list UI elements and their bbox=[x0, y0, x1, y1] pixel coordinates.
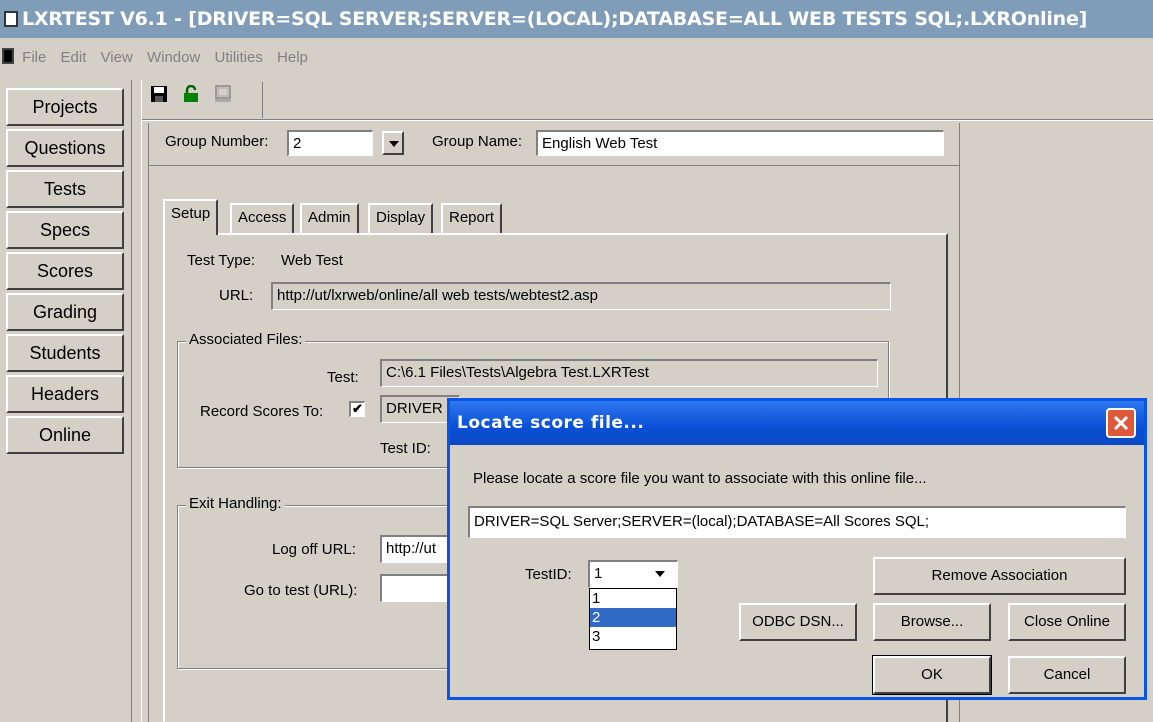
associated-files-title: Associated Files: bbox=[186, 331, 306, 348]
menu-file[interactable]: File bbox=[22, 38, 46, 78]
record-scores-label: Record Scores To: bbox=[200, 403, 324, 420]
unlock-icon[interactable] bbox=[182, 84, 200, 103]
odbc-dsn-button[interactable]: ODBC DSN... bbox=[739, 603, 857, 641]
exit-handling-title: Exit Handling: bbox=[186, 495, 285, 512]
test-type-label: Test Type: bbox=[187, 252, 256, 269]
ok-button[interactable]: OK bbox=[872, 655, 992, 695]
dialog-title: Locate score file... bbox=[457, 413, 645, 433]
nav-specs-button[interactable]: Specs bbox=[6, 211, 124, 249]
url-field[interactable]: http://ut/lxrweb/online/all web tests/we… bbox=[271, 282, 891, 310]
goto-url-label: Go to test (URL): bbox=[244, 582, 358, 599]
nav-online-button[interactable]: Online bbox=[6, 416, 124, 454]
close-icon bbox=[1113, 415, 1129, 431]
remove-association-button[interactable]: Remove Association bbox=[873, 557, 1126, 595]
testid-options-list[interactable]: 1 2 3 bbox=[589, 588, 677, 650]
list-item[interactable]: 3 bbox=[590, 627, 676, 646]
preview-icon[interactable] bbox=[214, 85, 232, 103]
menu-utilities[interactable]: Utilities bbox=[215, 38, 263, 78]
app-icon bbox=[4, 11, 18, 27]
menu-bar: File Edit View Window Utilities Help bbox=[0, 38, 1153, 78]
window-title: LXRTEST V6.1 - [DRIVER=SQL SERVER;SERVER… bbox=[22, 8, 1088, 30]
record-scores-checkbox[interactable]: ✔ bbox=[349, 401, 365, 417]
nav-tests-button[interactable]: Tests bbox=[6, 170, 124, 208]
nav-grading-button[interactable]: Grading bbox=[6, 293, 124, 331]
test-id-label: Test ID: bbox=[380, 440, 431, 457]
menu-view[interactable]: View bbox=[101, 38, 133, 78]
menu-help[interactable]: Help bbox=[277, 38, 308, 78]
logoff-url-label: Log off URL: bbox=[272, 541, 356, 558]
nav-students-button[interactable]: Students bbox=[6, 334, 124, 372]
connection-string-field[interactable]: DRIVER=SQL Server;SERVER=(local);DATABAS… bbox=[468, 506, 1126, 538]
nav-projects-button[interactable]: Projects bbox=[6, 88, 124, 126]
divider bbox=[131, 80, 132, 722]
tab-access[interactable]: Access bbox=[230, 203, 295, 233]
test-type-value: Web Test bbox=[281, 252, 343, 269]
list-item[interactable]: 1 bbox=[590, 589, 676, 608]
browse-button[interactable]: Browse... bbox=[873, 603, 991, 641]
locate-score-file-dialog: Locate score file... bbox=[447, 398, 1147, 700]
toolbar-bottom-line bbox=[142, 120, 1153, 121]
tab-setup[interactable]: Setup bbox=[163, 199, 219, 235]
nav-questions-button[interactable]: Questions bbox=[6, 129, 124, 167]
nav-headers-button[interactable]: Headers bbox=[6, 375, 124, 413]
tab-report[interactable]: Report bbox=[441, 203, 503, 233]
cancel-button[interactable]: Cancel bbox=[1008, 656, 1126, 694]
testid-dropdown-button[interactable] bbox=[650, 563, 674, 585]
tab-display[interactable]: Display bbox=[368, 203, 434, 233]
divider bbox=[141, 80, 142, 722]
list-item-selected[interactable]: 2 bbox=[590, 608, 676, 627]
tab-admin[interactable]: Admin bbox=[300, 203, 359, 233]
menu-edit[interactable]: Edit bbox=[61, 38, 87, 78]
dialog-testid-label: TestID: bbox=[525, 566, 572, 583]
url-label: URL: bbox=[219, 287, 254, 304]
chevron-down-icon bbox=[655, 571, 665, 577]
close-button[interactable] bbox=[1106, 408, 1136, 438]
content-frame-line bbox=[148, 165, 960, 166]
save-icon[interactable] bbox=[150, 85, 168, 103]
close-online-button[interactable]: Close Online bbox=[1008, 603, 1126, 641]
toolbar bbox=[150, 84, 242, 111]
toolbar-divider bbox=[262, 82, 263, 118]
menu-window[interactable]: Window bbox=[147, 38, 200, 78]
dialog-title-bar: Locate score file... bbox=[450, 401, 1144, 445]
test-file-field[interactable]: C:\6.1 Files\Tests\Algebra Test.LXRTest bbox=[380, 359, 878, 387]
nav-scores-button[interactable]: Scores bbox=[6, 252, 124, 290]
test-file-label: Test: bbox=[327, 369, 359, 386]
window-title-bar: LXRTEST V6.1 - [DRIVER=SQL SERVER;SERVER… bbox=[0, 0, 1153, 38]
dialog-prompt: Please locate a score file you want to a… bbox=[473, 470, 927, 487]
document-icon[interactable] bbox=[2, 48, 14, 64]
